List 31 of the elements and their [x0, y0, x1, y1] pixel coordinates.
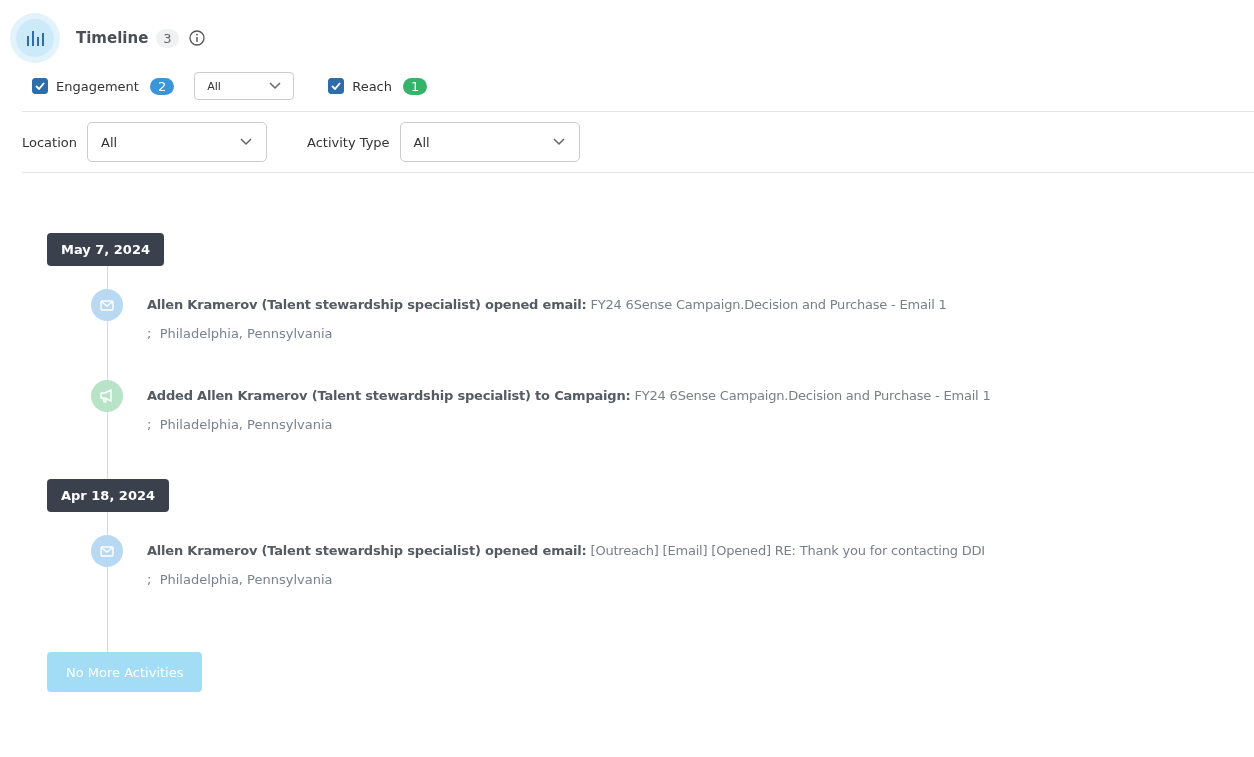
count-badge: 1 [403, 77, 428, 95]
date-label: May 7, 2024 [47, 233, 164, 266]
select-field[interactable]: All [87, 122, 267, 162]
checkmark-icon [331, 82, 342, 90]
activity-location: ; Philadelphia, Pennsylvania [147, 416, 334, 434]
info-icon[interactable] [188, 30, 205, 46]
timeline-title: Timeline [76, 29, 149, 47]
activity-count: 3 [156, 28, 179, 48]
filter-label: Engagement [56, 78, 139, 94]
checkbox[interactable] [32, 78, 48, 94]
chevron-down-icon [269, 82, 282, 90]
filter-dropdown[interactable]: All [194, 72, 295, 100]
envelope-icon [100, 545, 114, 557]
filter-label: Activity Type [307, 134, 390, 150]
activity-location: ; Philadelphia, Pennsylvania [147, 571, 334, 589]
checkmark-icon [35, 82, 45, 90]
activity-description: Allen Kramerov (Talent stewardship specialist) opened email: [Outreach] [Email] [Opened] RE: Thank you for contacting DDI [147, 542, 985, 560]
envelope-icon [100, 299, 114, 311]
select-field[interactable]: All [399, 122, 580, 162]
count-badge: 2 [149, 77, 175, 95]
date-label: Apr 18, 2024 [47, 479, 170, 512]
chevron-down-icon [552, 138, 565, 146]
megaphone-icon [99, 389, 115, 403]
filter-label: Location [22, 134, 77, 150]
activity-description: Allen Kramerov (Talent stewardship specialist) opened email: FY24 6Sense Campaign.Decision and Purchase - Email 1 [147, 296, 947, 314]
activity-location: ; Philadelphia, Pennsylvania [147, 325, 334, 343]
activity-description: Added Allen Kramerov (Talent stewardship specialist) to Campaign: FY24 6Sense Campaign.Decision and Purchase - Email 1 [147, 387, 991, 405]
filter-label: Reach [352, 78, 392, 94]
chart-bars-icon [10, 13, 60, 63]
chevron-down-icon [240, 138, 252, 146]
checkbox[interactable] [328, 78, 345, 94]
